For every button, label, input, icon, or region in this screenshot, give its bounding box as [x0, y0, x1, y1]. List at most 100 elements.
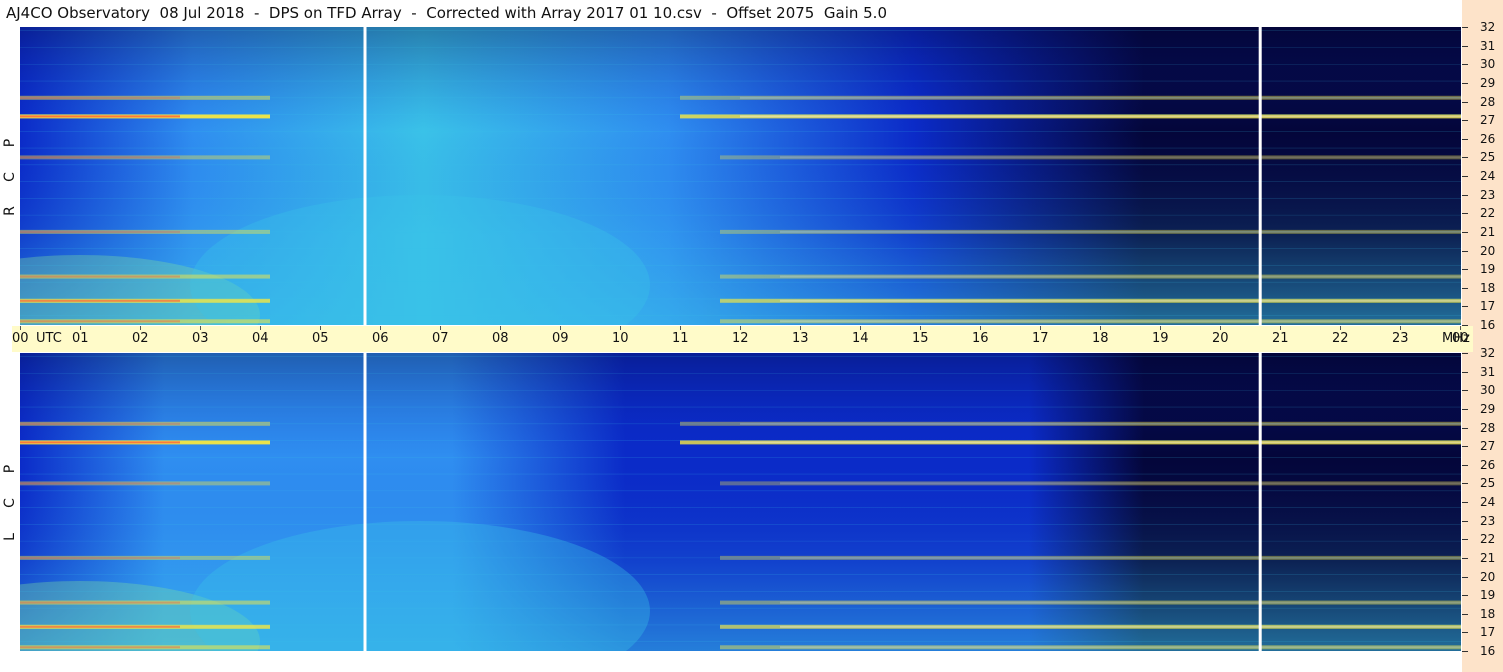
mhz-tick-mark	[1462, 27, 1468, 28]
polarization-letter: R	[2, 206, 18, 216]
utc-tick-label: 16	[972, 331, 989, 346]
utc-tick-mark	[1220, 326, 1221, 330]
utc-tick-label: 03	[192, 331, 209, 346]
mhz-tick-mark	[1462, 353, 1468, 354]
utc-tick-label: 23	[1392, 331, 1409, 346]
utc-tick-label: 05	[312, 331, 329, 346]
data-gap-0	[363, 353, 367, 651]
mhz-tick-label-bottom: 29	[1480, 401, 1496, 416]
mhz-tick-label-top: 29	[1480, 75, 1496, 90]
mhz-tick-mark	[1462, 446, 1468, 448]
mhz-tick-mark	[1462, 213, 1468, 215]
mhz-tick-label-top: 23	[1480, 187, 1496, 202]
utc-tick-mark	[620, 326, 621, 330]
mhz-tick-label-bottom: 21	[1480, 550, 1496, 565]
band-right-core-6	[780, 320, 1461, 323]
mhz-tick-label-bottom: 22	[1480, 532, 1496, 547]
mhz-tick-label-bottom: 26	[1480, 457, 1496, 472]
utc-tick-mark	[500, 326, 501, 330]
utc-tick-label: 14	[852, 331, 869, 346]
mhz-tick-label-top: 19	[1480, 262, 1496, 277]
utc-axis-label: UTC	[36, 331, 62, 346]
mhz-tick-mark	[1462, 45, 1468, 47]
band-right-core-0	[740, 115, 1461, 118]
mhz-tick-mark	[1462, 576, 1468, 578]
utc-tick-label: 07	[432, 331, 449, 346]
mhz-tick-mark	[1462, 306, 1468, 308]
mhz-tick-mark	[1462, 632, 1468, 634]
polarization-letter: L	[2, 533, 18, 541]
mhz-tick-mark	[1462, 371, 1468, 373]
mhz-tick-mark	[1462, 176, 1468, 177]
band-left-core-3	[20, 601, 180, 604]
mhz-tick-label-top: 26	[1480, 131, 1496, 146]
utc-tick-mark	[1400, 326, 1401, 330]
mhz-tick-label-bottom: 19	[1480, 588, 1496, 603]
mhz-tick-label-bottom: 28	[1480, 420, 1496, 435]
band-right-core-3	[780, 601, 1461, 604]
utc-tick-mark	[860, 326, 861, 330]
mhz-tick-label-top: 27	[1480, 113, 1496, 128]
utc-tick-label: 06	[372, 331, 389, 346]
band-left-core-2	[20, 299, 180, 302]
mhz-tick-mark	[1462, 502, 1468, 503]
band-left-core-6	[20, 320, 180, 323]
mhz-tick-mark	[1462, 287, 1468, 289]
band-left-core-5	[20, 482, 180, 485]
mhz-tick-mark	[1462, 613, 1468, 615]
utc-tick-mark	[80, 326, 81, 330]
utc-tick-label: 22	[1332, 331, 1349, 346]
band-left-core-0	[20, 115, 180, 118]
band-right-core-5	[780, 156, 1461, 159]
utc-tick-mark	[800, 326, 801, 330]
utc-tick-label: 18	[1092, 331, 1109, 346]
polarization-letter: P	[2, 464, 18, 474]
mhz-tick-mark	[1462, 269, 1468, 271]
mhz-tick-label-top: 22	[1480, 206, 1496, 221]
utc-tick-label: 17	[1032, 331, 1049, 346]
polarization-letter: C	[2, 498, 18, 508]
utc-tick-mark	[1280, 326, 1281, 330]
mhz-tick-label-bottom: 16	[1480, 644, 1496, 658]
mhz-tick-mark	[1462, 120, 1468, 122]
utc-tick-mark	[560, 326, 561, 330]
mhz-tick-label-bottom: 30	[1480, 383, 1496, 398]
lcp-spectrogram	[20, 353, 1461, 651]
band-left-core-3	[20, 275, 180, 278]
utc-tick-mark	[1460, 326, 1461, 330]
utc-tick-label: 13	[792, 331, 809, 346]
mhz-tick-mark	[1462, 82, 1468, 84]
polarization-letter: C	[2, 172, 18, 182]
mhz-tick-label-bottom: 25	[1480, 476, 1496, 491]
utc-tick-label: 08	[492, 331, 509, 346]
mhz-tick-mark	[1462, 101, 1468, 103]
band-right-core-2	[780, 625, 1461, 628]
mhz-tick-mark	[1462, 325, 1468, 326]
mhz-tick-label-bottom: 24	[1480, 495, 1496, 509]
band-right-core-2	[780, 299, 1461, 302]
utc-tick-label: 20	[1212, 331, 1229, 346]
mhz-tick-label-top: 21	[1480, 224, 1496, 239]
utc-tick-mark	[20, 326, 21, 330]
mhz-tick-mark	[1462, 194, 1468, 196]
mhz-tick-label-bottom: 32	[1480, 346, 1496, 360]
band-right-core-6	[780, 646, 1461, 649]
lcp-spectrogram-svg	[20, 353, 1461, 651]
mhz-tick-mark	[1462, 157, 1468, 159]
rcp-spectrogram	[20, 27, 1461, 325]
rcp-spectrogram-svg	[20, 27, 1461, 325]
mhz-tick-label-bottom: 18	[1480, 606, 1496, 621]
utc-time-axis: 00 01 02 03 04 05 06 07 08 09 10 11 12 13 14 15 16 17 18 19…	[12, 326, 1473, 352]
utc-tick-mark	[740, 326, 741, 330]
data-gap-1	[1258, 353, 1262, 651]
mhz-tick-mark	[1462, 557, 1468, 559]
mhz-tick-mark	[1462, 231, 1468, 233]
mhz-tick-label-top: 24	[1480, 169, 1496, 183]
utc-tick-label: 01	[72, 331, 89, 346]
mhz-tick-mark	[1462, 539, 1468, 541]
mhz-tick-label-top: 18	[1480, 280, 1496, 295]
utc-tick-mark	[920, 326, 921, 330]
mhz-tick-mark	[1462, 138, 1468, 140]
chart-title: AJ4CO Observatory 08 Jul 2018 - DPS on T…	[0, 0, 1462, 26]
mhz-tick-mark	[1462, 427, 1468, 429]
